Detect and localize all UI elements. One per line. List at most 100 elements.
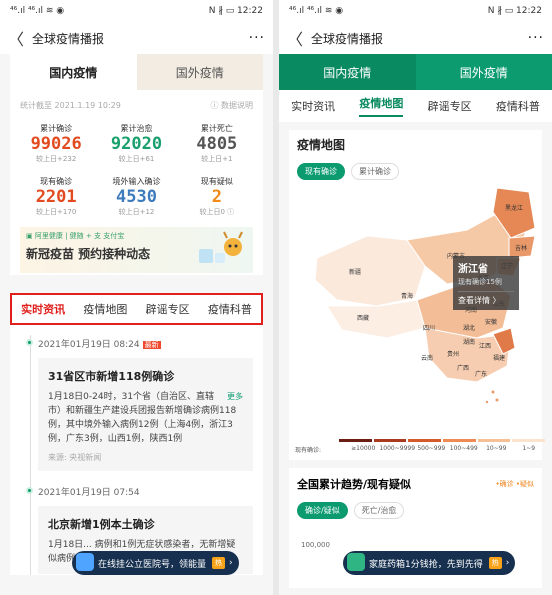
tooltip-detail-link[interactable]: 查看详情 〉 [458,291,514,306]
legend-item: 10~99 [486,445,507,452]
news-title: 北京新增1例本土确诊 [48,518,155,531]
more-link[interactable]: 更多 [227,390,243,404]
legend-color-bar [443,439,476,442]
stat-label: 现有确诊 [40,177,73,186]
legend-color-bar [339,439,372,442]
trend-title: 全国累计趋势/现有疑似 [297,478,412,491]
stat-value: 4805 [196,134,238,154]
tab-domestic[interactable]: 国内疫情 [10,54,137,90]
entry-date: 2021年01月19日 07:54 [38,488,140,498]
map-title: 疫情地图 [297,138,346,152]
stat-delta: 较上日+170 [36,208,77,216]
tooltip-count: 现有确诊15例 [458,278,502,286]
vaccine-banner[interactable]: ▣ 阿里健康 | 健随 + 支 支付宝 新冠疫苗 预约接种动态 [20,227,253,273]
tab-overseas[interactable]: 国外疫情 [416,54,552,90]
main-tabs: 国内疫情 国外疫情 [10,54,263,90]
battery-clock: N ∦ ▭ 12:22 [487,6,542,16]
trend-legend: •确诊 •疑似 [495,480,534,488]
legend-color-bar [373,439,407,442]
stat-delta: 较上日0 ⓘ [199,208,235,216]
legend-color-bar [512,439,546,442]
timeline-dot [26,487,33,494]
tab-science[interactable]: 疫情科普 [208,301,252,317]
chevron-right-icon: › [505,558,510,568]
svg-text:安徽: 安徽 [485,318,497,326]
trend-filter: 确诊/疑似 死亡/治愈 [297,502,534,519]
legend-color-bar [477,439,511,442]
page-title: 全球疫情播报 [32,31,105,46]
more-icon[interactable]: ··· [249,30,265,46]
signal-icon: ⁴⁶.ıl ⁴⁶.ıl ≋ ◉ [289,6,344,16]
more-icon[interactable]: ··· [528,30,544,46]
status-bar: ⁴⁶.ıl ⁴⁶.ıl ≋ ◉ N ∦ ▭ 12:22 [0,0,273,22]
filter-confirmed-suspected[interactable]: 确诊/疑似 [297,502,348,519]
chevron-right-icon: › [229,558,233,568]
sub-tabs: 实时资讯 疫情地图 辟谣专区 疫情科普 [279,90,552,122]
legend-bars [295,439,546,442]
province-tooltip[interactable]: 浙江省 现有确诊15例 查看详情 〉 [453,256,519,310]
sub-tabs: 实时资讯 疫情地图 辟谣专区 疫情科普 [10,293,263,325]
news-entry: 2021年01月19日 08:24 最新 31省区市新增118例确诊 更多 1月18… [22,337,253,471]
promo-text: 在线挂公立医院号，领能量 [98,559,207,570]
stat-current-suspected: 现有疑似 2 较上日0 ⓘ [177,176,257,217]
svg-text:广东: 广东 [475,370,487,378]
svg-text:福建: 福建 [493,354,505,362]
y-axis-tick: 100,000 [301,541,330,549]
stat-value: 99026 [30,134,82,154]
stat-cumulative-deaths: 累计死亡 4805 较上日+1 [177,123,257,164]
trend-header: 全国累计趋势/现有疑似 •确诊 •疑似 [297,476,534,492]
news-feed: 2021年01月19日 08:24 最新 31省区市新增118例确诊 更多 1月18… [10,325,263,575]
tab-science[interactable]: 疫情科普 [496,98,540,114]
legend-title: 现有确诊: [295,447,322,454]
back-icon[interactable]: 〈 [8,26,24,50]
nav-bar: 〈 全球疫情播报 ··· [0,22,273,54]
tab-epidemic-map[interactable]: 疫情地图 [83,301,127,317]
stat-cumulative-confirmed: 累计确诊 99026 较上日+232 [16,123,96,164]
filter-deaths-cured[interactable]: 死亡/治愈 [353,502,405,519]
tab-rumor-zone[interactable]: 辟谣专区 [428,98,472,114]
svg-text:江西: 江西 [479,343,491,350]
signal-icon: ⁴⁶.ıl ⁴⁶.ıl ≋ ◉ [10,6,65,16]
stat-current-confirmed: 现有确诊 2201 较上日+170 [16,176,96,217]
medicine-box-icon [347,553,365,571]
deer-mascot-icon [199,231,243,263]
left-phone-screen: ⁴⁶.ıl ⁴⁶.ıl ≋ ◉ N ∦ ▭ 12:22 〈 全球疫情播报 ···… [0,0,273,595]
hospital-promo-button[interactable]: 在线挂公立医院号，领能量 热 › [72,551,239,575]
status-bar: ⁴⁶.ıl ⁴⁶.ıl ≋ ◉ N ∦ ▭ 12:22 [279,0,552,22]
timestamp-text: 统计截至 2021.1.19 10:29 [20,101,121,110]
tab-overseas[interactable]: 国外疫情 [136,54,263,90]
svg-text:湖北: 湖北 [463,324,475,332]
tab-rumor-zone[interactable]: 辟谣专区 [146,301,190,317]
stat-label: 累计确诊 [40,124,73,133]
tab-domestic[interactable]: 国内疫情 [279,54,416,90]
legend-labels: 现有确诊: ≥10000 1000~9999 500~999 100~499 1… [295,445,545,454]
svg-text:黑龙江: 黑龙江 [505,204,523,212]
region-xizang [326,299,426,339]
stat-value: 92020 [110,134,163,154]
tab-realtime-news[interactable]: 实时资讯 [21,301,65,317]
news-card[interactable]: 31省区市新增118例确诊 更多 1月18日0-24时，31个省（自治区、直辖市）… [38,358,253,471]
map-filter: 现有确诊 累计确诊 [297,163,534,180]
medicine-promo-button[interactable]: 家庭药箱1分钱抢，先到先得 热 › [343,551,516,575]
stat-delta: 较上日+1 [201,155,233,163]
filter-current-confirmed[interactable]: 现有确诊 [297,163,345,180]
tab-epidemic-map[interactable]: 疫情地图 [359,95,404,117]
news-title: 31省区市新增118例确诊 [48,370,175,383]
entry-date: 2021年01月19日 08:24 最新 [38,337,253,350]
svg-text:广西: 广西 [457,364,469,372]
stat-cumulative-cured: 累计治愈 92020 较上日+61 [96,123,176,164]
stats-timestamp: 统计截至 2021.1.19 10:29 ⓘ 数据说明 [10,90,263,119]
legend-item: 1000~9999 [379,445,416,452]
map-legend: 现有确诊: ≥10000 1000~9999 500~999 100~499 1… [295,439,546,454]
epidemic-map-card: 疫情地图 现有确诊 累计确诊 新疆 西藏 青海 内蒙古 黑龙江 吉林 辽宁 北京… [289,130,546,460]
data-explanation-link[interactable]: ⓘ 数据说明 [210,100,253,111]
filter-cumulative-confirmed[interactable]: 累计确诊 [351,163,399,180]
tab-realtime-news[interactable]: 实时资讯 [291,98,335,114]
svg-text:西藏: 西藏 [357,314,369,322]
stat-label: 现有疑似 [200,177,233,186]
svg-text:青海: 青海 [401,292,413,300]
stats-grid: 累计确诊 99026 较上日+232 累计治愈 92020 较上日+61 累计死… [10,119,263,217]
svg-text:四川: 四川 [423,325,435,332]
legend-item: 500~999 [417,445,446,452]
back-icon[interactable]: 〈 [287,26,303,50]
